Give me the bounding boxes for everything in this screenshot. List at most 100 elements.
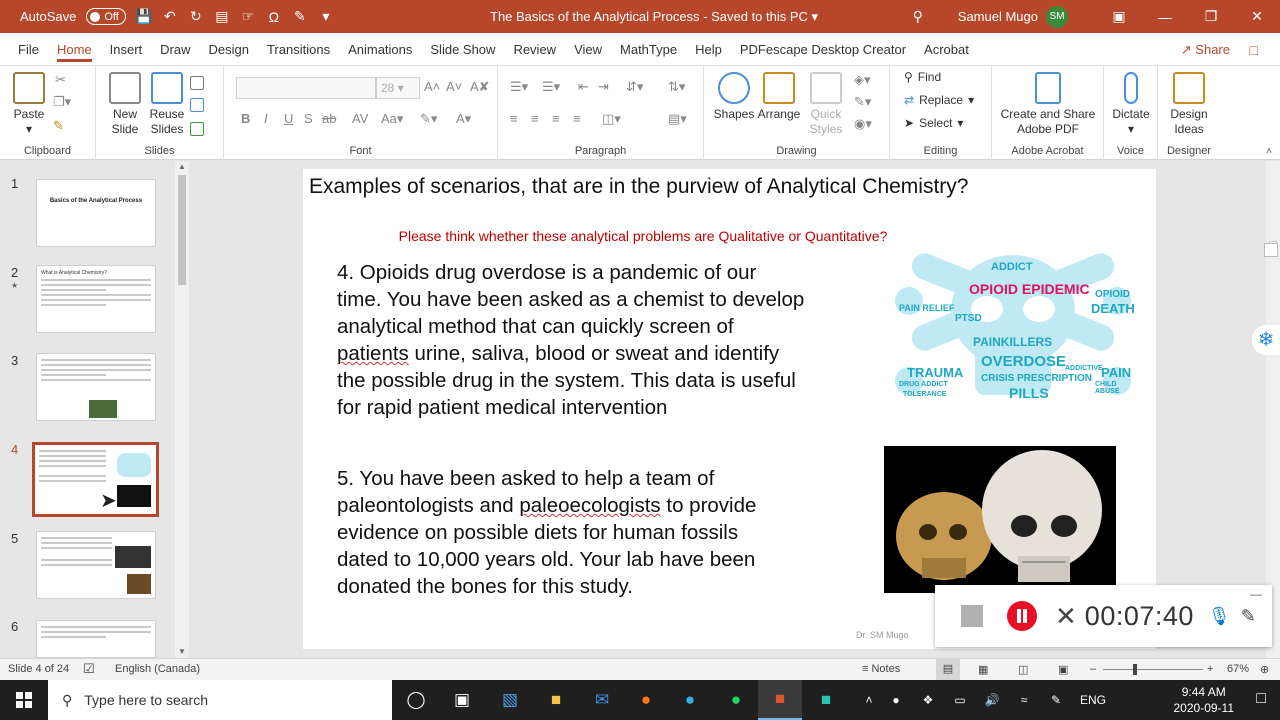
font-size-box[interactable]: 28 ▾ <box>376 77 420 99</box>
font-color-icon[interactable]: A▾ <box>456 111 471 127</box>
clear-format-icon[interactable]: A✘ <box>470 79 490 95</box>
decrease-indent-icon[interactable]: ⇤ <box>578 79 589 95</box>
reading-view-icon[interactable]: ◫ <box>1018 663 1028 676</box>
edge-icon[interactable]: ● <box>668 680 712 720</box>
align-left-icon[interactable]: ≡ <box>510 111 518 126</box>
shrink-font-icon[interactable]: A˅ <box>446 79 462 94</box>
thumbnail-scrollbar[interactable]: ▲ ▼ <box>175 161 189 658</box>
scenario-5-text[interactable]: 5. You have been asked to help a team of… <box>337 465 756 600</box>
tab-mathtype[interactable]: MathType <box>611 33 686 66</box>
change-case-icon[interactable]: Aa▾ <box>381 111 403 127</box>
close-icon[interactable]: ✕ <box>1234 0 1280 33</box>
tab-slide-show[interactable]: Slide Show <box>421 33 504 66</box>
comments-icon[interactable]: □ <box>1250 42 1258 58</box>
tab-file[interactable]: File <box>9 33 48 66</box>
reuse-slides-button[interactable]: Reuse Slides <box>148 72 186 137</box>
reset-icon[interactable] <box>190 98 204 112</box>
tab-animations[interactable]: Animations <box>339 33 421 66</box>
notifications-icon[interactable]: □ <box>1256 690 1266 708</box>
cut-icon[interactable]: ✂ <box>55 72 66 88</box>
quick-styles-button[interactable]: Quick Styles <box>804 72 848 137</box>
powerpoint-icon[interactable]: ■ <box>758 680 802 720</box>
scroll-up-icon[interactable]: ▲ <box>178 162 186 171</box>
canvas-scrollbar[interactable] <box>1266 161 1280 658</box>
panel-toggle-icon[interactable] <box>1264 243 1278 257</box>
grow-font-icon[interactable]: A˄ <box>424 79 440 94</box>
tab-view[interactable]: View <box>565 33 611 66</box>
tab-pdfescape[interactable]: PDFescape Desktop Creator <box>731 33 915 66</box>
scroll-down-icon[interactable]: ▼ <box>178 647 186 656</box>
omega-icon[interactable]: Ω <box>266 9 282 25</box>
zoom-in-icon[interactable]: + <box>1207 663 1213 675</box>
font-name-box[interactable] <box>236 77 376 99</box>
notes-button[interactable]: ≡ Notes <box>862 663 900 675</box>
new-slide-button[interactable]: New Slide <box>104 72 146 137</box>
dictate-button[interactable]: Dictate ▾ <box>1108 72 1154 137</box>
cancel-recording-icon[interactable]: ✕ <box>1055 601 1077 632</box>
fossil-skulls-image[interactable] <box>884 446 1116 593</box>
slide-thumbnail-2[interactable]: What is Analytical Chemistry? <box>36 265 156 333</box>
highlight-icon[interactable]: ✎▾ <box>420 111 437 127</box>
touch-mode-icon[interactable]: ☞ <box>240 8 256 25</box>
collapse-ribbon-icon[interactable]: ˄ <box>1266 146 1272 157</box>
task-view-icon[interactable]: ▣ <box>440 680 484 720</box>
loop-components-icon[interactable]: ❄ <box>1252 325 1280 355</box>
columns-icon[interactable]: ◫▾ <box>602 111 621 127</box>
text-direction-icon[interactable]: ⇅▾ <box>668 79 685 95</box>
section-icon[interactable] <box>190 122 204 136</box>
increase-indent-icon[interactable]: ⇥ <box>598 79 609 95</box>
restore-icon[interactable]: ❐ <box>1188 0 1234 33</box>
slide-title[interactable]: Examples of scenarios, that are in the p… <box>309 175 968 199</box>
mail-icon[interactable]: ✉ <box>580 680 624 720</box>
opioid-word-cloud-image[interactable]: OPIOID EPIDEMIC ADDICT PAIN RELIEF PTSD … <box>895 253 1135 403</box>
stop-recording-button[interactable] <box>961 605 983 627</box>
input-language[interactable]: ENG <box>1072 693 1114 707</box>
microphone-icon[interactable]: 🎙 <box>1208 606 1231 627</box>
slide-thumbnail-6[interactable] <box>36 620 156 658</box>
undo-icon[interactable]: ↶ <box>162 8 178 25</box>
cortana-icon[interactable]: ◯ <box>394 680 438 720</box>
recorder-minimize-icon[interactable]: — <box>1250 587 1262 601</box>
spacing-icon[interactable]: AV <box>352 111 368 126</box>
show-hidden-icons[interactable]: ˄ <box>858 693 880 707</box>
bullets-icon[interactable]: ☰▾ <box>510 79 528 95</box>
create-share-pdf-button[interactable]: Create and Share Adobe PDF <box>998 72 1098 137</box>
format-painter-icon[interactable]: ✎ <box>53 118 64 134</box>
find-button[interactable]: ⚲ Find <box>904 70 941 84</box>
tab-design[interactable]: Design <box>200 33 258 66</box>
tab-draw[interactable]: Draw <box>151 33 199 66</box>
slide-thumbnail-4[interactable] <box>32 442 159 517</box>
zoom-out-icon[interactable]: – <box>1090 663 1096 675</box>
ribbon-display-icon[interactable]: ▣ <box>1096 0 1142 33</box>
smartart-icon[interactable]: ▤▾ <box>668 111 687 127</box>
tray-app-icon[interactable]: ● <box>880 693 912 707</box>
shapes-button[interactable]: Shapes <box>712 72 756 122</box>
tab-help[interactable]: Help <box>686 33 731 66</box>
align-center-icon[interactable]: ≡ <box>531 111 539 126</box>
pen-icon[interactable]: ✎ <box>292 8 308 25</box>
align-right-icon[interactable]: ≡ <box>552 111 560 126</box>
pen-workspace-icon[interactable]: ✎ <box>1040 693 1072 707</box>
design-ideas-button[interactable]: Design Ideas <box>1162 72 1216 137</box>
recorder-app-icon[interactable]: ■ <box>804 680 848 720</box>
customize-qat-icon[interactable]: ▾ <box>318 8 334 25</box>
volume-icon[interactable]: 🔊 <box>976 693 1008 707</box>
presentation-icon[interactable]: ▤ <box>214 8 230 25</box>
zoom-slider-thumb[interactable] <box>1133 664 1137 675</box>
slide-thumbnail-5[interactable] <box>36 531 156 599</box>
tab-home[interactable]: Home <box>48 33 101 66</box>
wifi-icon[interactable]: ≈ <box>1008 693 1040 707</box>
scenario-4-text[interactable]: 4. Opioids drug overdose is a pandemic o… <box>337 259 804 421</box>
redo-icon[interactable]: ↻ <box>188 8 204 25</box>
select-button[interactable]: ➤ Select ▾ <box>904 116 963 130</box>
battery-icon[interactable]: ▭ <box>944 693 976 707</box>
slideshow-view-icon[interactable]: ▣ <box>1058 663 1068 676</box>
minimize-icon[interactable]: — <box>1142 0 1188 33</box>
taskbar-clock[interactable]: 9:44 AM 2020-09-11 <box>1174 684 1235 716</box>
replace-button[interactable]: ⇄ Replace ▾ <box>904 93 974 107</box>
normal-view-icon[interactable]: ▤ <box>936 659 960 681</box>
fit-to-window-icon[interactable]: ⊕ <box>1260 663 1269 676</box>
scrollbar-thumb[interactable] <box>178 175 186 285</box>
arrange-button[interactable]: Arrange <box>756 72 802 122</box>
zoom-level[interactable]: 67% <box>1227 663 1249 675</box>
